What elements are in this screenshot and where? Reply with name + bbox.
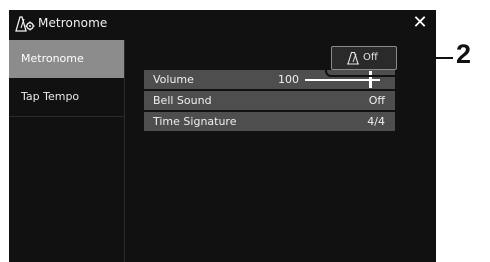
metronome-screen: Metronome ✕ Metronome Tap Tempo Off Volu…: [9, 10, 436, 262]
setting-value: 4/4: [367, 115, 385, 128]
setting-value: Off: [368, 94, 385, 107]
metronome-settings-icon: [15, 16, 35, 32]
sidebar-item-tap-tempo[interactable]: Tap Tempo: [9, 78, 124, 117]
toggle-label: Off: [363, 52, 378, 63]
setting-name: Bell Sound: [153, 94, 212, 107]
setting-row-volume[interactable]: Volume 100: [144, 70, 395, 89]
volume-slider-handle[interactable]: [369, 71, 372, 88]
callout-leader-line: [432, 57, 453, 59]
setting-row-time-signature[interactable]: Time Signature 4/4: [144, 112, 395, 131]
setting-row-bell-sound[interactable]: Bell Sound Off: [144, 91, 395, 110]
setting-value: 100: [278, 73, 299, 86]
close-button[interactable]: ✕: [409, 12, 431, 34]
title-bar: Metronome ✕: [9, 10, 436, 38]
sidebar-item-metronome[interactable]: Metronome: [9, 40, 124, 78]
sidebar-item-label: Tap Tempo: [21, 90, 80, 103]
callout-number: 2: [456, 39, 472, 69]
metronome-on-off-button[interactable]: Off: [331, 46, 397, 70]
metronome-icon: [347, 51, 359, 65]
sidebar: Metronome Tap Tempo: [9, 40, 125, 262]
setting-name: Volume: [153, 73, 194, 86]
setting-name: Time Signature: [153, 115, 237, 128]
sidebar-item-label: Metronome: [21, 52, 84, 65]
window-title: Metronome: [38, 16, 108, 30]
